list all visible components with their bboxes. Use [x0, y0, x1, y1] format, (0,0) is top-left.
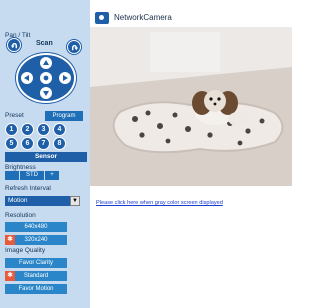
preset-2-button[interactable]: 2 — [21, 123, 34, 136]
tilt-down-button[interactable] — [40, 87, 52, 99]
refresh-interval-value: Motion — [8, 197, 28, 204]
u-turn-left-icon — [10, 42, 17, 48]
selected-marker-icon: ✱ — [5, 271, 15, 281]
preset-header: Preset Program — [5, 111, 87, 121]
selected-marker-icon: ✱ — [5, 235, 15, 245]
pan-left-button[interactable] — [21, 72, 33, 84]
gray-screen-help-link[interactable]: Please click here when gray color screen… — [96, 200, 223, 206]
window-title: NetworkCamera — [114, 13, 172, 22]
quality-option-label: Standard — [23, 273, 49, 279]
home-dot-icon — [43, 75, 49, 81]
brightness-label: Brightness — [5, 164, 36, 171]
arrow-left-icon — [24, 75, 29, 81]
camera-image — [90, 27, 292, 186]
chevron-down-icon[interactable]: ▼ — [70, 196, 80, 206]
resolution-option-320x240[interactable]: ✱ 320x240 — [5, 235, 67, 245]
resolution-label: Resolution — [5, 212, 36, 219]
quality-option-favor-motion[interactable]: Favor Motion — [5, 284, 67, 294]
control-panel: Pan / Tilt Scan Preset Program 1 2 3 4 5… — [0, 0, 90, 308]
brightness-row: STD + — [5, 171, 87, 180]
preset-grid: 1 2 3 4 5 6 7 8 — [5, 123, 87, 151]
preset-6-button[interactable]: 6 — [21, 137, 34, 150]
scan-label: Scan — [36, 40, 53, 47]
preset-7-button[interactable]: 7 — [37, 137, 50, 150]
header: NetworkCamera — [90, 0, 292, 27]
program-button[interactable]: Program — [45, 111, 83, 121]
resolution-option-640x480[interactable]: 640x480 — [5, 222, 67, 232]
quality-option-favor-clarity[interactable]: Favor Clarity — [5, 258, 67, 268]
home-button[interactable] — [40, 72, 52, 84]
refresh-interval-select[interactable]: Motion ▼ — [5, 196, 80, 206]
camera-icon — [95, 12, 109, 24]
resolution-option-label: 320x240 — [24, 237, 48, 243]
preset-1-button[interactable]: 1 — [5, 123, 18, 136]
tilt-up-button[interactable] — [40, 57, 52, 69]
brightness-plus-button[interactable]: + — [45, 171, 59, 180]
arrow-down-icon — [43, 91, 49, 96]
scan-row: Scan — [5, 37, 85, 54]
arrow-up-icon — [43, 60, 49, 65]
sensor-button[interactable]: Sensor — [5, 152, 87, 162]
u-turn-right-icon — [71, 44, 78, 50]
preset-4-button[interactable]: 4 — [53, 123, 66, 136]
pan-tilt-pad — [16, 53, 76, 103]
image-quality-label: Image Quality — [5, 247, 46, 254]
refresh-interval-label: Refresh Interval — [5, 185, 51, 192]
preset-3-button[interactable]: 3 — [37, 123, 50, 136]
preset-label: Preset — [5, 112, 24, 119]
pan-right-button[interactable] — [59, 72, 71, 84]
scan-right-button[interactable] — [67, 40, 81, 54]
scan-left-button[interactable] — [7, 38, 21, 52]
preset-8-button[interactable]: 8 — [53, 137, 66, 150]
camera-video-feed[interactable] — [90, 27, 292, 186]
preset-5-button[interactable]: 5 — [5, 137, 18, 150]
quality-option-standard[interactable]: ✱ Standard — [5, 271, 67, 281]
brightness-std-button[interactable]: STD — [20, 171, 44, 180]
brightness-minus-button[interactable] — [5, 171, 19, 180]
arrow-right-icon — [63, 75, 68, 81]
